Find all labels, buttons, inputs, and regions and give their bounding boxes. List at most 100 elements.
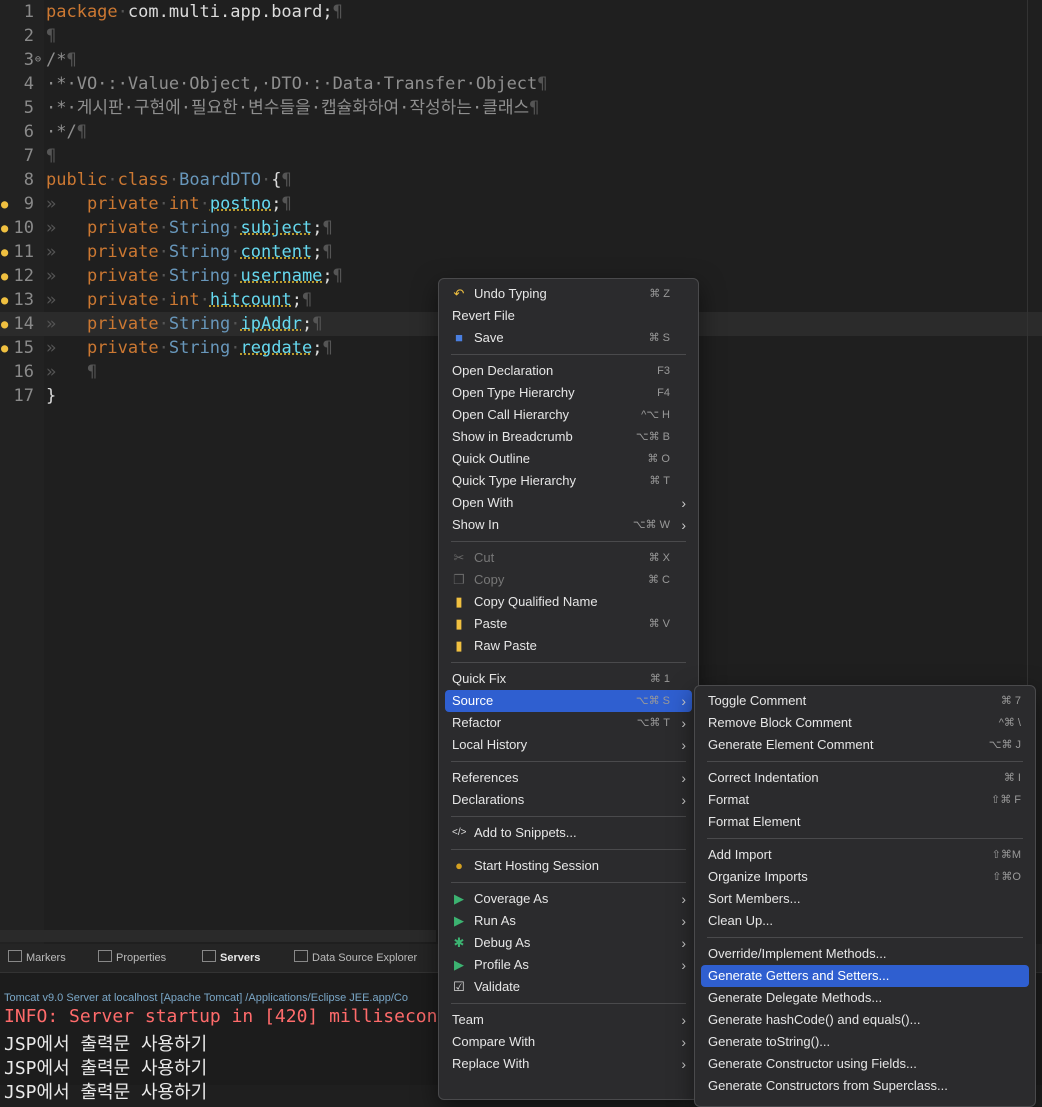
code-token: · [158,314,169,334]
menu-item-raw-paste[interactable]: ▮ Raw Paste [445,635,692,657]
menu-item-add-to-snippets[interactable]: </> Add to Snippets... [445,822,692,844]
menu-item-start-hosting-session[interactable]: ● Start Hosting Session [445,855,692,877]
code-line[interactable]: 6 ·*/¶ [0,120,1042,144]
menu-item-label: Replace With [452,1056,530,1071]
menu-item-generate-delegate-methods[interactable]: Generate Delegate Methods... [701,987,1029,1009]
shortcut-label: ⌘ V [648,618,670,630]
menu-item-open-call-hierarchy[interactable]: Open Call Hierarchy ^⌥ H [445,404,692,426]
menu-separator [451,354,686,355]
code-token: regdate [240,338,313,358]
tab-data-source-explorer[interactable]: Data Source Explorer [294,950,417,964]
menu-item-generate-getters-and-setters[interactable]: Generate Getters and Setters... [701,965,1029,987]
code-token: ; [312,338,323,358]
menu-item-clean-up[interactable]: Clean Up... [701,910,1029,932]
code-token: postno [209,194,272,214]
menu-item-compare-with[interactable]: Compare With › [445,1031,692,1053]
menu-item-generate-constructor-using-fields[interactable]: Generate Constructor using Fields... [701,1053,1029,1075]
lightbulb-icon[interactable]: ● [1,288,8,312]
menu-item-open-type-hierarchy[interactable]: Open Type Hierarchy F4 [445,382,692,404]
menu-separator [707,761,1023,762]
menu-item-label: Run As [474,913,516,928]
code-line[interactable]: 7 ¶ [0,144,1042,168]
menu-item-format[interactable]: Format ⇧⌘ F [701,789,1029,811]
menu-item-label: Revert File [452,308,515,323]
code-line[interactable]: 4 ·*·VO·:·Value·Object,·DTO·:·Data·Transf… [0,72,1042,96]
menu-item-local-history[interactable]: Local History › [445,734,692,756]
menu-item-debug-as[interactable]: ✱ Debug As › [445,932,692,954]
menu-item-label: Declarations [452,792,525,807]
code-text: » private·String·subject;¶ [46,216,333,240]
menu-item-replace-with[interactable]: Replace With › [445,1053,692,1075]
menu-item-format-element[interactable]: Format Element [701,811,1029,833]
menu-item-profile-as[interactable]: ▶ Profile As › [445,954,692,976]
code-line[interactable]: 9 ●» private·int·postno;¶ [0,192,1042,216]
code-line[interactable]: 3 ⊖/*¶ [0,48,1042,72]
menu-item-generate-tostring[interactable]: Generate toString()... [701,1031,1029,1053]
menu-item-open-declaration[interactable]: Open Declaration F3 [445,360,692,382]
menu-item-declarations[interactable]: Declarations › [445,789,692,811]
shortcut-label: ⌥⌘ J [988,739,1021,751]
menu-item-open-with[interactable]: Open With › [445,492,692,514]
tab-markers[interactable]: Markers [8,950,66,964]
shortcut-label: ⌘ S [648,332,670,344]
shortcut-label: ⇧⌘O [992,871,1021,883]
menu-item-copy-qualified-name[interactable]: ▮ Copy Qualified Name [445,591,692,613]
tab-properties[interactable]: Properties [98,950,166,964]
code-token: String [168,266,231,286]
menu-item-save[interactable]: ■ Save ⌘ S [445,327,692,349]
menu-item-toggle-comment[interactable]: Toggle Comment ⌘ 7 [701,690,1029,712]
code-text: » private·int·postno;¶ [46,192,292,216]
lightbulb-icon[interactable]: ● [1,216,8,240]
code-token: · [158,290,169,310]
markers-icon [8,950,22,962]
menu-item-organize-imports[interactable]: Organize Imports ⇧⌘O [701,866,1029,888]
menu-item-source[interactable]: Source ⌥⌘ S › [445,690,692,712]
chevron-right-icon: › [681,770,686,786]
menu-item-label: Quick Outline [452,451,531,466]
menu-item-references[interactable]: References › [445,767,692,789]
menu-item-run-as[interactable]: ▶ Run As › [445,910,692,932]
lightbulb-icon[interactable]: ● [1,336,8,360]
menu-item-override-implement-methods[interactable]: Override/Implement Methods... [701,943,1029,965]
code-token: username [240,266,323,286]
lightbulb-icon[interactable]: ● [1,312,8,336]
menu-item-refactor[interactable]: Refactor ⌥⌘ T › [445,712,692,734]
menu-item-quick-fix[interactable]: Quick Fix ⌘ 1 [445,668,692,690]
menu-item-add-import[interactable]: Add Import ⇧⌘M [701,844,1029,866]
menu-item-team[interactable]: Team › [445,1009,692,1031]
code-line[interactable]: 11 ●» private·String·content;¶ [0,240,1042,264]
menu-item-generate-element-comment[interactable]: Generate Element Comment ⌥⌘ J [701,734,1029,756]
menu-item-show-in-breadcrumb[interactable]: Show in Breadcrumb ⌥⌘ B [445,426,692,448]
tab-servers[interactable]: Servers [202,950,260,964]
menu-item-paste[interactable]: ▮ Paste ⌘ V [445,613,692,635]
menu-item-correct-indentation[interactable]: Correct Indentation ⌘ I [701,767,1029,789]
code-line[interactable]: 8 public·class·BoardDTO·{¶ [0,168,1042,192]
code-text: » ¶ [46,360,97,384]
menu-item-generate-hashcode-and-equals[interactable]: Generate hashCode() and equals()... [701,1009,1029,1031]
menu-item-remove-block-comment[interactable]: Remove Block Comment ^⌘ \ [701,712,1029,734]
code-line[interactable]: 2 ¶ [0,24,1042,48]
menu-item-show-in[interactable]: Show In ⌥⌘ W › [445,514,692,536]
code-line[interactable]: 10 ●» private·String·subject;¶ [0,216,1042,240]
menu-item-coverage-as[interactable]: ▶ Coverage As › [445,888,692,910]
code-line[interactable]: 1 package·com.multi.app.board;¶ [0,0,1042,24]
menu-item-quick-type-hierarchy[interactable]: Quick Type Hierarchy ⌘ T [445,470,692,492]
editor-horizontal-scrollbar[interactable] [0,930,436,942]
lightbulb-icon[interactable]: ● [1,264,8,288]
menu-item-validate[interactable]: ☑ Validate [445,976,692,998]
menu-item-label: Generate toString()... [708,1034,831,1049]
menu-item-sort-members[interactable]: Sort Members... [701,888,1029,910]
fold-icon[interactable]: ⊖ [35,48,41,72]
line-number: 7 [23,146,34,166]
menu-item-generate-constructors-from-superclass[interactable]: Generate Constructors from Superclass... [701,1075,1029,1097]
lightbulb-icon[interactable]: ● [1,240,8,264]
menu-item-revert-file[interactable]: Revert File [445,305,692,327]
code-token: ¶ [537,74,548,94]
code-text: } [46,384,56,408]
menu-item-quick-outline[interactable]: Quick Outline ⌘ O [445,448,692,470]
lightbulb-icon[interactable]: ● [1,192,8,216]
shortcut-label: ⌘ X [648,552,670,564]
menu-item-label: Show In [452,517,499,532]
menu-item-undo-typing[interactable]: ↶ Undo Typing ⌘ Z [445,283,692,305]
code-line[interactable]: 5 ·*·게시판·구현에·필요한·변수들을·캡슐화하여·작성하는·클래스¶ [0,96,1042,120]
